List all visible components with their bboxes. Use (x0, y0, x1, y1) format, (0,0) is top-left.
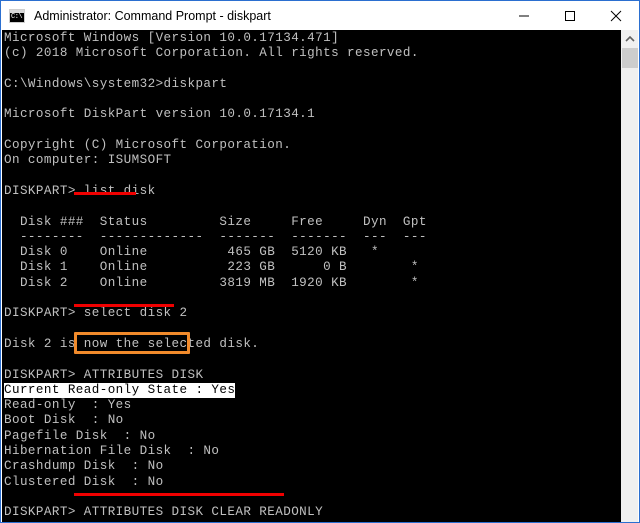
console-line: Read-only : Yes (4, 398, 132, 413)
console-text: Microsoft Windows [Version 10.0.17134.47… (4, 31, 427, 522)
console-output-area[interactable]: Microsoft Windows [Version 10.0.17134.47… (2, 30, 623, 522)
console-line: (c) 2018 Microsoft Corporation. All righ… (4, 46, 419, 61)
command-prompt-window: C:\ Administrator: Command Prompt - disk… (0, 0, 640, 523)
console-line: Clustered Disk : No (4, 474, 164, 489)
minimize-icon (519, 15, 529, 16)
window-title: Administrator: Command Prompt - diskpart (34, 8, 271, 23)
highlighted-state-text: Current Read-only State : Yes (4, 382, 236, 399)
maximize-button[interactable] (547, 1, 593, 30)
underline-attributes-disk-clear-readonly (74, 493, 284, 496)
console-line-highlighted: Current Read-only State : Yes (4, 382, 427, 399)
maximize-icon (565, 10, 575, 21)
close-icon (610, 10, 622, 21)
vertical-scrollbar[interactable] (621, 30, 638, 522)
underline-list-disk (74, 192, 136, 195)
close-button[interactable] (593, 1, 639, 30)
box-attributes-disk (74, 332, 190, 354)
console-line: Microsoft Windows [Version 10.0.17134.47… (4, 31, 340, 45)
console-line: DISKPART> ATTRIBUTES DISK CLEAR READONLY (4, 505, 324, 520)
console-line: Disk ### Status Size Free Dyn Gpt (4, 214, 427, 229)
minimize-button[interactable] (501, 1, 547, 30)
title-bar[interactable]: C:\ Administrator: Command Prompt - disk… (1, 1, 639, 30)
console-line: Crashdump Disk : No (4, 459, 164, 474)
console-line: Pagefile Disk : No (4, 428, 156, 443)
console-line: On computer: ISUMSOFT (4, 153, 172, 168)
console-line: Copyright (C) Microsoft Corporation. (4, 138, 292, 153)
console-line: Disk 0 Online 465 GB 5120 KB * (4, 245, 379, 260)
console-line: Disk 2 is now the selected disk. (4, 336, 260, 351)
scrollbar-thumb[interactable] (622, 48, 638, 68)
console-line: C:\Windows\system32>diskpart (4, 76, 228, 91)
console-line: -------- ------------- ------- ------- -… (4, 229, 427, 244)
console-line: Boot Disk : No (4, 413, 124, 428)
console-line: Microsoft DiskPart version 10.0.17134.1 (4, 107, 316, 122)
console-line: Disk 1 Online 223 GB 0 B * (4, 260, 419, 275)
console-line: Hibernation File Disk : No (4, 444, 220, 459)
console-icon-prompt-text: C:\ (11, 12, 23, 21)
console-line: DISKPART> select disk 2 (4, 306, 188, 321)
chevron-up-icon (625, 35, 635, 42)
console-icon: C:\ (9, 8, 25, 23)
console-line: DISKPART> list disk (4, 183, 156, 198)
console-line: DISKPART> ATTRIBUTES DISK (4, 367, 204, 382)
underline-select-disk-2 (74, 304, 174, 307)
scrollbar-up-button[interactable] (622, 30, 638, 47)
console-line: Disk 2 Online 3819 MB 1920 KB * (4, 275, 419, 290)
